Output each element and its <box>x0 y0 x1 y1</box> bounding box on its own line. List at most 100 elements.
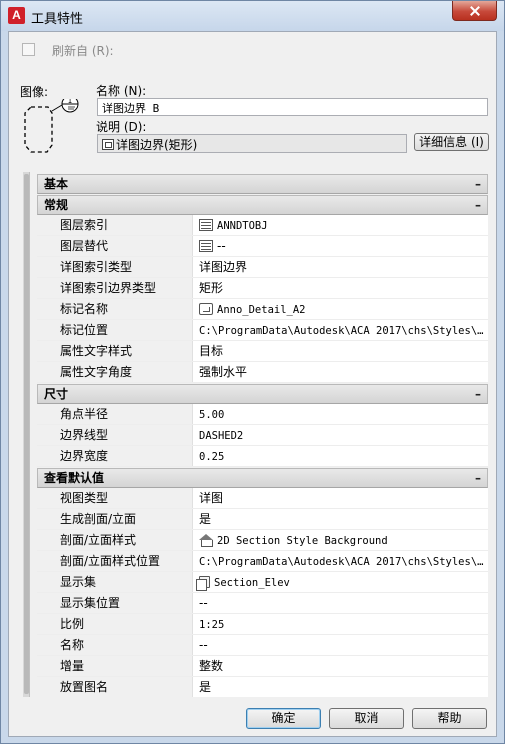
property-row[interactable]: 属性文字样式 目标 <box>37 341 488 362</box>
property-value-text: Section_Elev <box>214 577 290 589</box>
property-label: 图层替代 <box>37 236 193 256</box>
title-bar[interactable]: A 工具特性 <box>1 1 504 31</box>
property-row[interactable]: 比例 1:25 <box>37 614 488 635</box>
property-row[interactable]: 显示集 Section_Elev <box>37 572 488 593</box>
property-label: 放置图名 <box>37 677 193 697</box>
property-value[interactable]: 2D Section Style Background <box>193 530 488 550</box>
property-value-text: -- <box>217 239 226 253</box>
property-value-text: Anno_Detail_A2 <box>217 304 306 316</box>
property-label: 显示集位置 <box>37 593 193 613</box>
property-value-text: 详图 <box>199 491 224 505</box>
description-label: 说明 (D): <box>96 120 147 134</box>
description-field[interactable]: 详图边界(矩形) <box>97 134 407 153</box>
collapse-icon[interactable]: – <box>475 175 481 193</box>
property-row[interactable]: 生成剖面/立面是 <box>37 509 488 530</box>
group-title: 查看默认值 <box>44 471 105 485</box>
property-value[interactable]: 是 <box>193 677 488 697</box>
property-row[interactable]: 属性文字角度 强制水平 <box>37 362 488 383</box>
refresh-from-label: 刷新自 (R): <box>52 44 114 58</box>
close-icon[interactable] <box>452 1 497 21</box>
name-input[interactable]: 详图边界 B <box>97 98 488 116</box>
property-row[interactable]: 详图索引类型 详图边界 <box>37 257 488 278</box>
property-value-text: 详图边界 <box>199 260 248 274</box>
property-row[interactable]: 显示集位置 -- <box>37 593 488 614</box>
property-row[interactable]: 角点半径 5.00 <box>37 404 488 425</box>
dialog-client-area: 刷新自 (R): 图像: 1 名称 (N): 详图边界 B 说明 (D): 详图… <box>8 31 497 737</box>
group-header[interactable]: 常规 – <box>37 195 488 215</box>
property-value[interactable]: DASHED2 <box>193 425 488 445</box>
property-label: 图层索引 <box>37 215 193 235</box>
property-value[interactable]: Anno_Detail_A2 <box>193 299 488 319</box>
property-value[interactable]: 整数 <box>193 656 488 676</box>
property-value[interactable]: -- <box>193 593 488 613</box>
property-row[interactable]: 边界线型 DASHED2 <box>37 425 488 446</box>
property-label: 比例 <box>37 614 193 634</box>
collapse-icon[interactable]: – <box>475 196 481 214</box>
group-header[interactable]: 查看默认值 – <box>37 468 488 488</box>
property-value[interactable]: 矩形 <box>193 278 488 298</box>
property-row[interactable]: 图层替代 -- <box>37 236 488 257</box>
property-row[interactable]: 名称 -- <box>37 635 488 656</box>
property-value[interactable]: 详图 <box>193 488 488 508</box>
collapse-icon[interactable]: – <box>475 385 481 403</box>
property-value-text: 是 <box>199 512 212 526</box>
property-row[interactable]: 增量 整数 <box>37 656 488 677</box>
property-row[interactable]: 标记名称 Anno_Detail_A2 <box>37 299 488 320</box>
property-value-text: C:\ProgramData\Autodesk\ACA 2017\chs\Sty… <box>199 556 484 568</box>
property-value[interactable]: C:\ProgramData\Autodesk\ACA 2017\chs\Sty… <box>193 551 488 571</box>
property-row[interactable]: 视图类型 详图 <box>37 488 488 509</box>
property-label: 属性文字样式 <box>37 341 193 361</box>
property-label: 名称 <box>37 635 193 655</box>
property-label: 标记位置 <box>37 320 193 340</box>
preview-tag-number: 1 <box>68 99 72 105</box>
group-title: 基本 <box>44 177 69 191</box>
autodesk-app-icon: A <box>8 7 25 24</box>
layer-icon <box>199 240 213 252</box>
property-value[interactable]: C:\ProgramData\Autodesk\ACA 2017\chs\Sty… <box>193 320 488 340</box>
property-row[interactable]: 标记位置 C:\ProgramData\Autodesk\ACA 2017\chs… <box>37 320 488 341</box>
help-button[interactable]: 帮助 <box>412 708 487 729</box>
property-value[interactable]: 目标 <box>193 341 488 361</box>
property-value-text: 目标 <box>199 344 224 358</box>
details-button[interactable]: 详细信息 (I) <box>414 133 489 151</box>
property-label: 视图类型 <box>37 488 193 508</box>
property-value[interactable]: 是 <box>193 509 488 529</box>
property-label: 角点半径 <box>37 404 193 424</box>
property-value-text: 是 <box>199 680 212 694</box>
collapse-icon[interactable]: – <box>475 469 481 487</box>
property-row[interactable]: 剖面/立面样式 2D Section Style Background <box>37 530 488 551</box>
property-value-text: 矩形 <box>199 281 224 295</box>
property-label: 剖面/立面样式 <box>37 530 193 550</box>
property-row[interactable]: 剖面/立面样式位置 C:\ProgramData\Autodesk\ACA 201… <box>37 551 488 572</box>
property-label: 详图索引边界类型 <box>37 278 193 298</box>
property-row[interactable]: 放置图名是 <box>37 677 488 697</box>
property-value-text: 0.25 <box>199 451 225 463</box>
property-row[interactable]: 详图索引边界类型 矩形 <box>37 278 488 299</box>
property-value[interactable]: 1:25 <box>193 614 488 634</box>
image-label: 图像: <box>20 85 49 99</box>
property-value-text: DASHED2 <box>199 430 244 442</box>
property-value[interactable]: ANNDTOBJ <box>193 215 488 235</box>
group-header[interactable]: 基本 – <box>37 174 488 194</box>
property-grid-sidebar[interactable] <box>23 172 30 697</box>
group-header[interactable]: 尺寸 – <box>37 384 488 404</box>
page-icon <box>196 576 210 591</box>
property-value-text: ANNDTOBJ <box>217 220 268 232</box>
property-value-text: -- <box>199 596 208 610</box>
refresh-from-checkbox[interactable] <box>22 43 35 56</box>
property-value[interactable]: 详图边界 <box>193 257 488 277</box>
property-row[interactable]: 边界宽度 0.25 <box>37 446 488 467</box>
ok-button[interactable]: 确定 <box>246 708 321 729</box>
layer-icon <box>199 219 213 231</box>
property-value[interactable]: Section_Elev <box>193 572 488 592</box>
cancel-button[interactable]: 取消 <box>329 708 404 729</box>
property-value[interactable]: 强制水平 <box>193 362 488 382</box>
property-row[interactable]: 图层索引 ANNDTOBJ <box>37 215 488 236</box>
tool-properties-window: A 工具特性 刷新自 (R): 图像: 1 名称 (N): 详图边界 B 说明 … <box>0 0 505 744</box>
sidebar-scroll-thumb[interactable] <box>24 174 29 694</box>
property-grid: 基本 – 常规 – 图层索引 ANNDTOBJ 图层替代 -- 详图索引类型 详图边界 详图索引边界… <box>23 172 489 697</box>
property-value[interactable]: 5.00 <box>193 404 488 424</box>
property-value[interactable]: -- <box>193 635 488 655</box>
property-value[interactable]: 0.25 <box>193 446 488 466</box>
property-value[interactable]: -- <box>193 236 488 256</box>
